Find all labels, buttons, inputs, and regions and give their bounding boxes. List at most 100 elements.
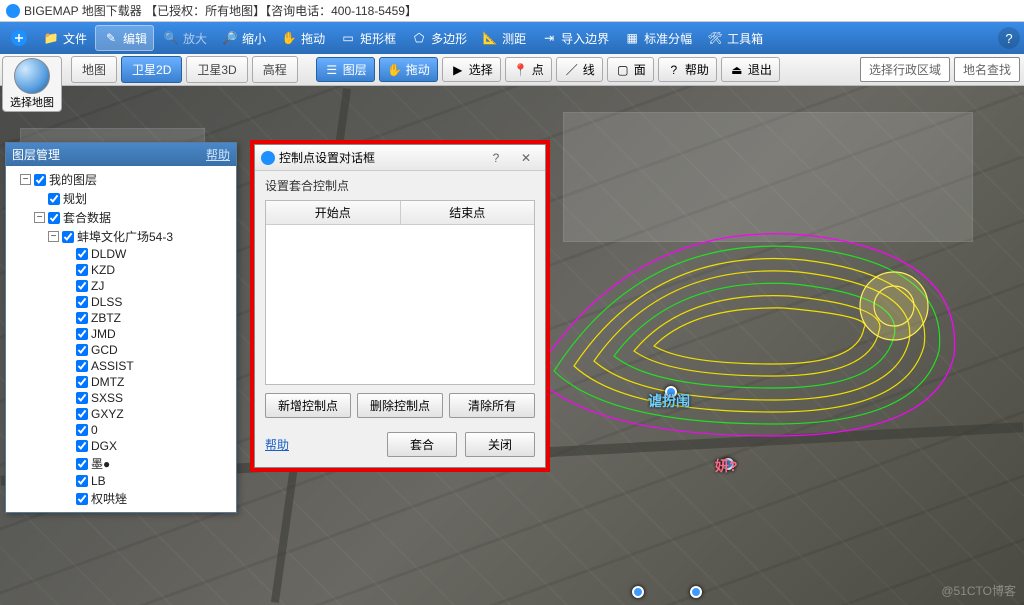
zoom-in-icon: 🔍 xyxy=(162,29,180,47)
point-button[interactable]: 📍点 xyxy=(505,57,552,82)
tree-root[interactable]: −我的图层 xyxy=(8,170,234,189)
select-map-button[interactable]: 选择地图 xyxy=(2,56,62,112)
tree-leaf[interactable]: ASSIST xyxy=(8,358,234,374)
tree-leaf[interactable]: JMD xyxy=(8,326,234,342)
main-toolbar: 📁文件 ✎编辑 🔍放大 🔎缩小 ✋拖动 ▭矩形框 ⬠多边形 📐测距 ⇥导入边界 … xyxy=(0,22,1024,54)
control-point-dialog[interactable]: 控制点设置对话框 ? ✕ 设置套合控制点 开始点 结束点 新增控制点 删除控制点… xyxy=(254,144,546,468)
tree-leaf[interactable]: DLDW xyxy=(8,246,234,262)
tree-leaf[interactable]: GCD xyxy=(8,342,234,358)
tree-leaf[interactable]: SXSS xyxy=(8,390,234,406)
layer-help-link[interactable]: 帮助 xyxy=(206,146,230,163)
import-boundary-button[interactable]: ⇥导入边界 xyxy=(534,26,615,50)
tree-leaf[interactable]: ZJ xyxy=(8,278,234,294)
standard-sheet-button[interactable]: ▦标准分幅 xyxy=(617,26,698,50)
dialog-subtitle: 设置套合控制点 xyxy=(255,171,545,200)
help-button[interactable]: ? xyxy=(998,27,1020,49)
measure-button[interactable]: 📐测距 xyxy=(475,26,532,50)
question-icon: ? xyxy=(666,62,682,78)
dialog-close-x[interactable]: ✕ xyxy=(513,151,539,165)
edit-icon: ✎ xyxy=(102,29,120,47)
collapse-icon[interactable]: − xyxy=(48,231,59,242)
tree-leaf[interactable]: GXYZ xyxy=(8,406,234,422)
tab-map[interactable]: 地图 xyxy=(71,56,117,83)
edit-button[interactable]: ✎编辑 xyxy=(95,25,154,51)
place-search[interactable]: 地名查找 xyxy=(954,57,1020,82)
secondary-toolbar: 地图 卫星2D 卫星3D 高程 ☰图层 ✋拖动 ▶选择 📍点 ／线 ▢面 ?帮助… xyxy=(0,54,1024,86)
layers-icon: ☰ xyxy=(324,62,340,78)
close-button[interactable]: 关闭 xyxy=(465,432,535,457)
dialog-title: 控制点设置对话框 xyxy=(279,149,375,166)
col-end[interactable]: 结束点 xyxy=(401,201,535,224)
window-titlebar: BIGEMAP 地图下载器 【已授权：所有地图】【咨询电话：400-118-54… xyxy=(0,0,1024,22)
map-point[interactable] xyxy=(690,586,702,598)
layer-tree[interactable]: −我的图层 规划 −套合数据 −蚌埠文化广场54-3 DLDWKZDZJDLSS… xyxy=(6,166,236,512)
control-point-dialog-frame: 控制点设置对话框 ? ✕ 设置套合控制点 开始点 结束点 新增控制点 删除控制点… xyxy=(250,140,550,472)
exit-icon: ⏏ xyxy=(729,62,745,78)
face-icon: ▢ xyxy=(615,62,631,78)
tree-leaf[interactable]: KZD xyxy=(8,262,234,278)
app-menu-button[interactable] xyxy=(4,26,34,50)
layer-panel-header[interactable]: 图层管理 帮助 xyxy=(6,143,236,166)
toolbox-button[interactable]: 🛠工具箱 xyxy=(700,26,769,50)
app-icon xyxy=(6,4,20,18)
dialog-titlebar[interactable]: 控制点设置对话框 ? ✕ xyxy=(255,145,545,171)
tab-sat3d[interactable]: 卫星3D xyxy=(186,56,247,83)
window-title: BIGEMAP 地图下载器 【已授权：所有地图】【咨询电话：400-118-54… xyxy=(24,2,417,19)
tree-leaf[interactable]: DMTZ xyxy=(8,374,234,390)
region-select[interactable]: 选择行政区域 xyxy=(860,57,950,82)
collapse-icon[interactable]: − xyxy=(34,212,45,223)
tree-leaf[interactable]: 墨● xyxy=(8,454,234,473)
tree-leaf[interactable]: ZBTZ xyxy=(8,310,234,326)
tree-leaf[interactable]: 权哄矬 xyxy=(8,489,234,508)
layer-button[interactable]: ☰图层 xyxy=(316,57,375,82)
dialog-help-link[interactable]: 帮助 xyxy=(265,436,289,453)
cursor-icon: ▶ xyxy=(450,62,466,78)
tree-leaf[interactable]: DGX xyxy=(8,438,234,454)
col-start[interactable]: 开始点 xyxy=(266,201,401,224)
watermark: @51CTO博客 xyxy=(941,582,1016,599)
map-label-1: 谑扮闱 xyxy=(648,391,690,411)
add-point-button[interactable]: 新增控制点 xyxy=(265,393,351,418)
app-icon xyxy=(261,151,275,165)
hand-icon: ✋ xyxy=(280,29,298,47)
map-label-2: 妍? xyxy=(715,456,738,476)
collapse-icon[interactable]: − xyxy=(20,174,31,185)
help2-button[interactable]: ?帮助 xyxy=(658,57,717,82)
rect-button[interactable]: ▭矩形框 xyxy=(333,26,402,50)
tree-item[interactable]: −套合数据 xyxy=(8,208,234,227)
question-icon: ? xyxy=(1005,31,1012,46)
delete-point-button[interactable]: 删除控制点 xyxy=(357,393,443,418)
tree-item[interactable]: −蚌埠文化广场54-3 xyxy=(8,227,234,246)
ruler-icon: 📐 xyxy=(481,29,499,47)
polygon-button[interactable]: ⬠多边形 xyxy=(404,26,473,50)
face-button[interactable]: ▢面 xyxy=(607,57,654,82)
tree-item[interactable]: 规划 xyxy=(8,189,234,208)
pan-button[interactable]: ✋拖动 xyxy=(274,26,331,50)
tree-leaf[interactable]: LB xyxy=(8,473,234,489)
tab-sat2d[interactable]: 卫星2D xyxy=(121,56,182,83)
zoom-in-button[interactable]: 🔍放大 xyxy=(156,26,213,50)
tree-leaf[interactable]: 0 xyxy=(8,422,234,438)
menu-icon xyxy=(10,29,28,47)
line-button[interactable]: ／线 xyxy=(556,57,603,82)
map-point[interactable] xyxy=(632,586,644,598)
globe-icon xyxy=(14,58,50,94)
exit-button[interactable]: ⏏退出 xyxy=(721,57,780,82)
line-icon: ／ xyxy=(564,62,580,78)
layer-panel[interactable]: 图层管理 帮助 −我的图层 规划 −套合数据 −蚌埠文化广场54-3 DLDWK… xyxy=(5,142,237,513)
zoom-out-icon: 🔎 xyxy=(221,29,239,47)
tree-leaf[interactable]: DLSS xyxy=(8,294,234,310)
tab-elevation[interactable]: 高程 xyxy=(252,56,298,83)
zoom-out-button[interactable]: 🔎缩小 xyxy=(215,26,272,50)
fit-button[interactable]: 套合 xyxy=(387,432,457,457)
drag-button[interactable]: ✋拖动 xyxy=(379,57,438,82)
clear-all-button[interactable]: 清除所有 xyxy=(449,393,535,418)
select-button[interactable]: ▶选择 xyxy=(442,57,501,82)
rect-icon: ▭ xyxy=(339,29,357,47)
control-point-table[interactable]: 开始点 结束点 xyxy=(265,200,535,385)
dialog-help-button[interactable]: ? xyxy=(483,151,509,165)
file-button[interactable]: 📁文件 xyxy=(36,26,93,50)
polygon-icon: ⬠ xyxy=(410,29,428,47)
folder-icon: 📁 xyxy=(42,29,60,47)
grid-icon: ▦ xyxy=(623,29,641,47)
